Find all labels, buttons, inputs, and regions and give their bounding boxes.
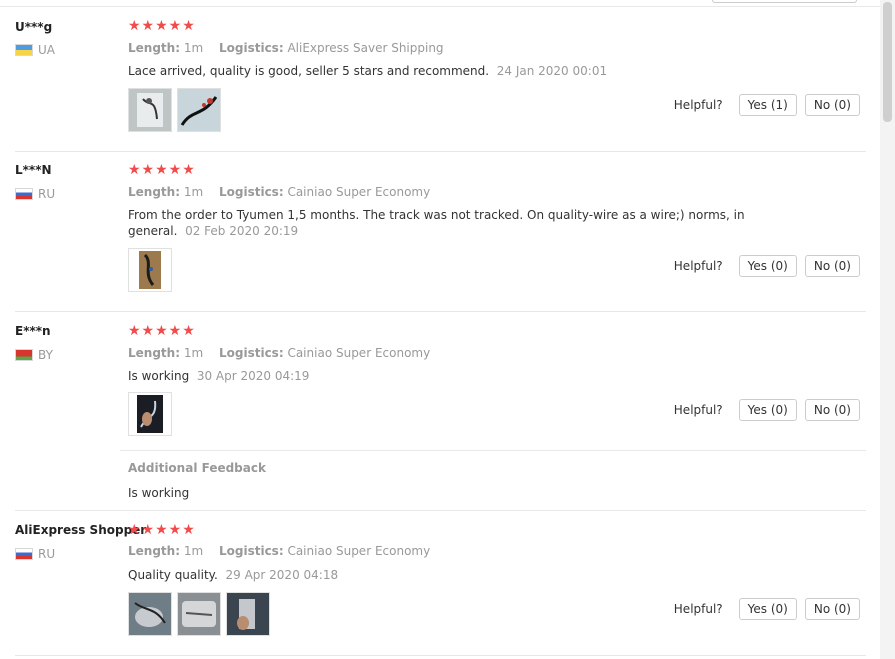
- helpful-no-button[interactable]: No (0): [804, 598, 860, 620]
- reviewer-name: L***N: [15, 163, 52, 177]
- helpful-yes-button[interactable]: Yes (0): [738, 255, 797, 277]
- reviewer-name: U***g: [15, 20, 53, 34]
- reviewer-country: RU: [15, 547, 55, 561]
- review-photo[interactable]: [177, 592, 221, 636]
- russia-flag-icon: [15, 548, 33, 560]
- review-attributes: Length: 1m Logistics: Cainiao Super Econ…: [128, 544, 430, 558]
- star-rating: ★★★★★: [128, 162, 196, 178]
- helpful-vote: Helpful? Yes (0) No (0): [674, 255, 860, 277]
- review-photos: [128, 248, 172, 292]
- ukraine-flag-icon: [15, 44, 33, 56]
- helpful-no-button[interactable]: No (0): [804, 94, 860, 116]
- review-attributes: Length: 1m Logistics: Cainiao Super Econ…: [128, 185, 430, 199]
- review-date: 30 Apr 2020 04:19: [196, 369, 310, 383]
- logistics-label: Logistics:: [218, 185, 284, 199]
- divider: [120, 450, 866, 451]
- country-code: BY: [38, 348, 53, 362]
- helpful-label: Helpful?: [673, 403, 723, 417]
- divider: [15, 655, 866, 656]
- logistics-value: AliExpress Saver Shipping: [287, 41, 444, 55]
- reviewer-name: AliExpress Shopper: [15, 523, 147, 537]
- length-label: Length:: [128, 346, 180, 360]
- logistics-value: Cainiao Super Economy: [287, 346, 431, 360]
- length-value: 1m: [183, 346, 204, 360]
- review-photo[interactable]: [128, 592, 172, 636]
- review-item: U***g UA ★★★★★ Length: 1m Logistics: Ali…: [0, 14, 866, 152]
- helpful-yes-button[interactable]: Yes (1): [738, 94, 797, 116]
- helpful-vote: Helpful? Yes (0) No (0): [674, 399, 860, 421]
- review-attributes: Length: 1m Logistics: AliExpress Saver S…: [128, 41, 444, 55]
- logistics-value: Cainiao Super Economy: [287, 544, 431, 558]
- review-photos: [128, 592, 270, 636]
- review-item: E***n BY ★★★★★ Length: 1m Logistics: Cai…: [0, 312, 866, 511]
- helpful-no-button[interactable]: No (0): [804, 399, 860, 421]
- helpful-yes-button[interactable]: Yes (0): [738, 399, 797, 421]
- review-item: L***N RU ★★★★★ Length: 1m Logistics: Cai…: [0, 152, 866, 312]
- review-photos: [128, 392, 172, 436]
- review-photo[interactable]: [128, 392, 172, 436]
- review-text: From the order to Tyumen 1,5 months. The…: [128, 207, 773, 239]
- logistics-label: Logistics:: [218, 544, 284, 558]
- star-rating: ★★★★★: [128, 522, 196, 538]
- reviewer-name: E***n: [15, 324, 51, 338]
- review-text: Lace arrived, quality is good, seller 5 …: [128, 63, 773, 79]
- country-code: UA: [38, 43, 55, 57]
- sort-dropdown-edge[interactable]: [712, 0, 857, 3]
- review-body: Lace arrived, quality is good, seller 5 …: [128, 64, 490, 78]
- scrollbar-thumb[interactable]: [883, 2, 892, 122]
- review-photo[interactable]: [128, 88, 172, 132]
- review-body: Is working: [128, 369, 190, 383]
- country-code: RU: [38, 547, 56, 561]
- length-value: 1m: [183, 185, 204, 199]
- belarus-flag-icon: [15, 349, 33, 361]
- review-date: 29 Apr 2020 04:18: [225, 568, 339, 582]
- scrollbar[interactable]: [880, 0, 895, 659]
- review-photo[interactable]: [128, 248, 172, 292]
- additional-feedback-title: Additional Feedback: [128, 461, 266, 475]
- length-label: Length:: [128, 41, 180, 55]
- length-label: Length:: [128, 544, 180, 558]
- logistics-label: Logistics:: [218, 41, 284, 55]
- helpful-label: Helpful?: [673, 259, 723, 273]
- additional-feedback-text: Is working: [128, 486, 190, 500]
- length-value: 1m: [183, 544, 204, 558]
- helpful-vote: Helpful? Yes (0) No (0): [674, 598, 860, 620]
- review-item: AliExpress Shopper RU ★★★★★ Length: 1m L…: [0, 511, 866, 656]
- star-rating: ★★★★★: [128, 18, 196, 34]
- review-photos: [128, 88, 221, 132]
- helpful-no-button[interactable]: No (0): [804, 255, 860, 277]
- reviewer-country: UA: [15, 43, 55, 57]
- review-text: Is working 30 Apr 2020 04:19: [128, 368, 773, 384]
- review-photo[interactable]: [226, 592, 270, 636]
- star-rating: ★★★★★: [128, 323, 196, 339]
- helpful-label: Helpful?: [673, 602, 723, 616]
- review-photo[interactable]: [177, 88, 221, 132]
- length-value: 1m: [183, 41, 204, 55]
- logistics-label: Logistics:: [218, 346, 284, 360]
- helpful-label: Helpful?: [673, 98, 723, 112]
- review-text: Quality quality. 29 Apr 2020 04:18: [128, 567, 773, 583]
- reviewer-country: BY: [15, 348, 53, 362]
- helpful-vote: Helpful? Yes (1) No (0): [674, 94, 860, 116]
- reviewer-country: RU: [15, 187, 55, 201]
- review-attributes: Length: 1m Logistics: Cainiao Super Econ…: [128, 346, 430, 360]
- logistics-value: Cainiao Super Economy: [287, 185, 431, 199]
- review-date: 02 Feb 2020 20:19: [185, 224, 299, 238]
- review-body: Quality quality.: [128, 568, 218, 582]
- length-label: Length:: [128, 185, 180, 199]
- russia-flag-icon: [15, 188, 33, 200]
- review-date: 24 Jan 2020 00:01: [496, 64, 608, 78]
- country-code: RU: [38, 187, 56, 201]
- helpful-yes-button[interactable]: Yes (0): [738, 598, 797, 620]
